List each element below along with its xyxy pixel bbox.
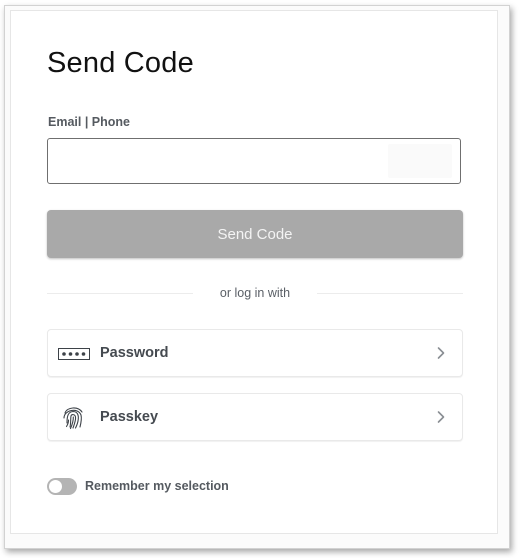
passkey-option-label: Passkey [100,409,159,425]
password-option-label: Password [100,345,169,361]
toggle-knob [49,480,62,493]
screen: Send Code Email | Phone Send Code or log… [0,0,520,558]
remember-selection-label: Remember my selection [85,479,229,493]
password-login-option[interactable]: Password [47,329,463,377]
autofill-area [388,144,452,178]
email-phone-label: Email | Phone [48,115,130,129]
divider-line-left [47,293,193,294]
divider-line-right [317,293,463,294]
password-dots-icon [58,343,90,365]
chevron-right-icon [434,346,448,360]
fingerprint-icon [58,404,90,430]
passkey-login-option[interactable]: Passkey [47,393,463,441]
login-card: Send Code Email | Phone Send Code or log… [10,10,498,534]
divider-text: or log in with [219,286,291,300]
send-code-button[interactable]: Send Code [47,210,463,258]
chevron-right-icon [434,410,448,424]
remember-selection-toggle[interactable] [47,478,77,495]
page-title: Send Code [47,47,194,79]
